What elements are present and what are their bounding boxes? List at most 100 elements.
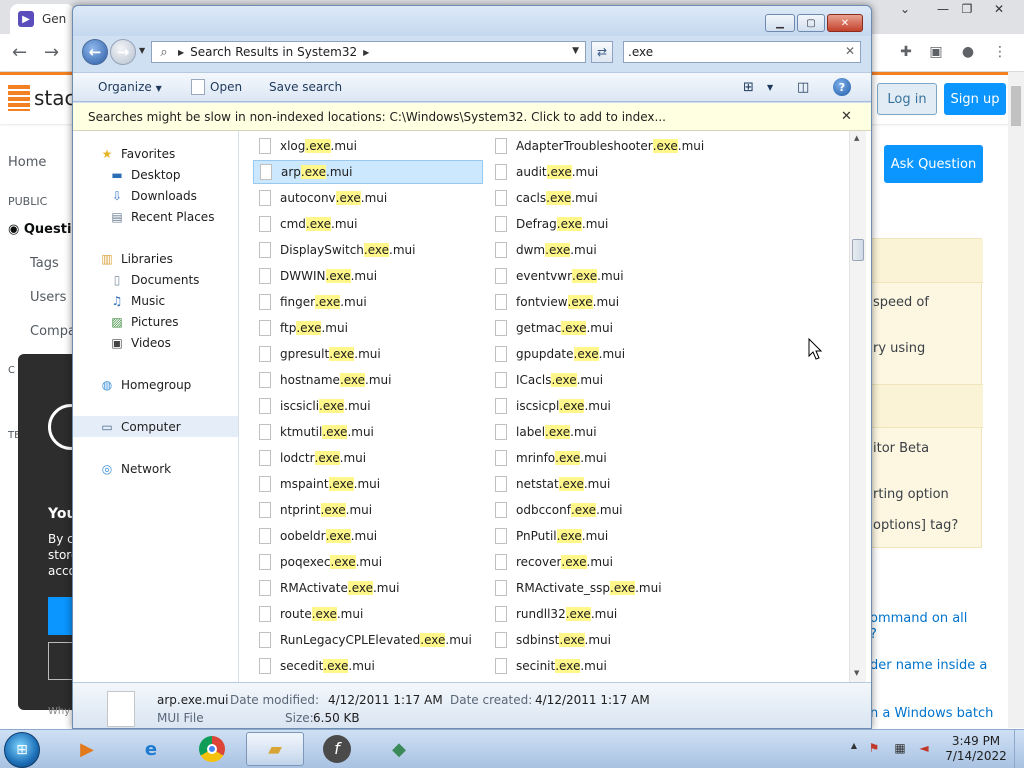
file-item[interactable]: DWWIN .exe .mui	[253, 264, 483, 288]
nav-computer[interactable]: ▭ Computer	[73, 416, 238, 437]
browser-menu-icon[interactable]: ⋮	[990, 42, 1010, 62]
nav-network[interactable]: ◎ Network	[73, 458, 238, 479]
file-item[interactable]: dwm .exe .mui	[489, 238, 719, 262]
breadcrumb-chevron-icon[interactable]: ▶	[363, 48, 369, 57]
preview-pane-icon[interactable]: ◫	[797, 80, 809, 95]
file-item[interactable]: poqexec .exe .mui	[253, 550, 483, 574]
file-item[interactable]: RunLegacyCPLElevated .exe .mui	[253, 628, 483, 652]
explorer-taskbar-icon[interactable]: ▰	[246, 732, 304, 766]
nav-questions[interactable]: ◉ Questio	[8, 222, 80, 237]
nav-downloads[interactable]: ⇩ Downloads	[73, 185, 238, 206]
network-tray-icon[interactable]: ▦	[892, 741, 908, 757]
system-clock[interactable]: 3:49 PM 7/14/2022	[938, 734, 1014, 764]
widget-item[interactable]: itor Beta	[873, 441, 929, 456]
nav-libraries[interactable]: ▥ Libraries	[73, 248, 238, 269]
file-item[interactable]: odbcconf .exe .mui	[489, 498, 719, 522]
file-item[interactable]: lodctr .exe .mui	[253, 446, 483, 470]
file-item[interactable]: ICacls .exe .mui	[489, 368, 719, 392]
scroll-up-icon[interactable]: ▲	[854, 134, 859, 142]
breadcrumb-chevron-icon[interactable]: ▶	[178, 48, 184, 57]
profile-avatar-icon[interactable]: ●	[958, 42, 978, 62]
file-item[interactable]: RMActivate .exe .mui	[253, 576, 483, 600]
address-bar[interactable]: ⌕ ▶ Search Results in System32 ▶ ▼	[151, 41, 586, 63]
address-text[interactable]: Search Results in System32	[190, 45, 357, 59]
nav-tags[interactable]: Tags	[30, 256, 59, 271]
info-bar-text[interactable]: Searches might be slow in non-indexed lo…	[88, 110, 666, 124]
file-item[interactable]: ftp .exe .mui	[253, 316, 483, 340]
media-player-taskbar-icon[interactable]: ▶	[58, 732, 116, 766]
file-item[interactable]: DisplaySwitch .exe .mui	[253, 238, 483, 262]
related-question-link[interactable]: ommand on all	[870, 611, 967, 626]
address-history-dropdown-icon[interactable]: ▼	[572, 46, 579, 56]
nav-home[interactable]: Home	[8, 155, 46, 170]
browser-restore-button[interactable]: ❐	[952, 0, 982, 18]
nav-music[interactable]: ♫ Music	[73, 290, 238, 311]
side-panel-icon[interactable]: ▣	[926, 42, 946, 62]
change-view-icon[interactable]: ⊞	[743, 80, 754, 95]
file-item[interactable]: route .exe .mui	[253, 602, 483, 626]
file-item[interactable]: Defrag .exe .mui	[489, 212, 719, 236]
necessary-cookies-button[interactable]	[48, 642, 74, 680]
accept-cookies-button[interactable]	[48, 597, 74, 635]
scrollbar-thumb[interactable]	[852, 239, 864, 261]
file-item[interactable]: recover .exe .mui	[489, 550, 719, 574]
maximize-button[interactable]: ▢	[797, 14, 825, 32]
organize-button[interactable]: Organize ▼	[98, 80, 162, 94]
info-bar-close-icon[interactable]: ✕	[841, 109, 852, 124]
file-item[interactable]: getmac .exe .mui	[489, 316, 719, 340]
file-item[interactable]: iscsicli .exe .mui	[253, 394, 483, 418]
start-button[interactable]: ⊞	[4, 732, 40, 768]
file-item[interactable]: arp .exe .mui	[253, 160, 483, 184]
file-item[interactable]: mrinfo .exe .mui	[489, 446, 719, 470]
nav-documents[interactable]: ▯ Documents	[73, 269, 238, 290]
clear-search-icon[interactable]: ✕	[845, 44, 855, 58]
file-item[interactable]: mspaint .exe .mui	[253, 472, 483, 496]
forward-button[interactable]: →	[110, 39, 136, 65]
widget-item[interactable]: rting option	[873, 487, 949, 502]
browser-close-button[interactable]: ✕	[984, 0, 1014, 18]
widget-item[interactable]: ry using	[873, 341, 925, 356]
signup-button[interactable]: Sign up	[944, 83, 1006, 115]
file-item[interactable]: secedit .exe .mui	[253, 654, 483, 678]
refresh-button[interactable]: ⇄	[591, 41, 613, 63]
browser-back-icon[interactable]: ←	[12, 42, 27, 63]
file-item[interactable]: AdapterTroubleshooter .exe .mui	[489, 134, 719, 158]
volume-muted-icon[interactable]: ◄	[916, 741, 932, 757]
window-titlebar[interactable]: ▁ ▢ ✕	[73, 6, 871, 36]
open-button[interactable]: Open	[210, 80, 242, 94]
nav-users[interactable]: Users	[30, 290, 66, 305]
file-item[interactable]: eventvwr .exe .mui	[489, 264, 719, 288]
app-taskbar-icon[interactable]: ◆	[370, 732, 428, 766]
related-question-link[interactable]: n a Windows batch	[870, 706, 993, 721]
file-item[interactable]: hostname .exe .mui	[253, 368, 483, 392]
view-options-dropdown-icon[interactable]: ▼	[767, 83, 773, 92]
nav-desktop[interactable]: ▬ Desktop	[73, 164, 238, 185]
show-desktop-button[interactable]	[1014, 730, 1024, 768]
file-item[interactable]: iscsicpl .exe .mui	[489, 394, 719, 418]
extensions-puzzle-icon[interactable]: ✚	[896, 42, 916, 62]
nav-recent-places[interactable]: ▤ Recent Places	[73, 206, 238, 227]
file-item[interactable]: gpupdate .exe .mui	[489, 342, 719, 366]
file-item[interactable]: finger .exe .mui	[253, 290, 483, 314]
flash-taskbar-icon[interactable]: f	[308, 732, 366, 766]
file-list-scrollbar[interactable]: ▲ ▼	[849, 131, 866, 682]
internet-explorer-taskbar-icon[interactable]: e	[122, 732, 180, 766]
tab-search-chevron-icon[interactable]: ⌄	[890, 0, 920, 18]
file-item[interactable]: gpresult .exe .mui	[253, 342, 483, 366]
related-question-link[interactable]: der name inside a	[870, 658, 987, 673]
file-item[interactable]: ktmutil .exe .mui	[253, 420, 483, 444]
file-item[interactable]: secinit .exe .mui	[489, 654, 719, 678]
file-item[interactable]: rundll32 .exe .mui	[489, 602, 719, 626]
file-item[interactable]: sdbinst .exe .mui	[489, 628, 719, 652]
file-item[interactable]: audit .exe .mui	[489, 160, 719, 184]
file-item[interactable]: cacls .exe .mui	[489, 186, 719, 210]
back-button[interactable]: ←	[82, 39, 108, 65]
action-center-icon[interactable]: ⚑	[866, 741, 882, 757]
browser-forward-icon[interactable]: →	[44, 42, 59, 63]
recent-pages-dropdown-icon[interactable]: ▼	[139, 46, 145, 55]
search-input[interactable]: .exe ✕	[623, 41, 861, 63]
nav-videos[interactable]: ▣ Videos	[73, 332, 238, 353]
chrome-taskbar-icon[interactable]	[183, 732, 241, 766]
page-scrollbar-thumb[interactable]	[1011, 86, 1021, 126]
nav-companies[interactable]: Compa	[30, 324, 76, 339]
